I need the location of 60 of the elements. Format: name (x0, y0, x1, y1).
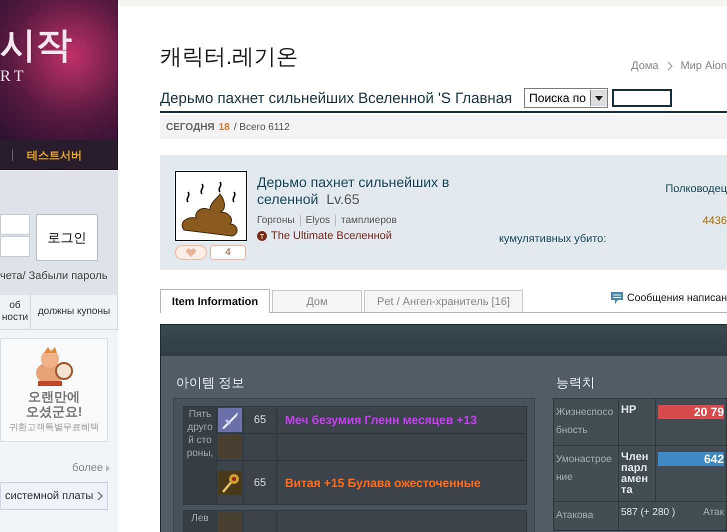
dropdown-arrow-icon (594, 96, 603, 100)
chevron-right-icon (97, 491, 103, 501)
character-tag: тамплиеров (335, 215, 402, 226)
breadcrumb-link[interactable]: Мир Aion (680, 60, 727, 72)
menu-link[interactable]: системной платы (0, 482, 108, 510)
sword-icon (218, 408, 242, 432)
username-field[interactable] (0, 214, 30, 235)
search-field[interactable] (612, 89, 672, 107)
total-count: / Всего 6112 (234, 122, 290, 132)
search-select[interactable]: Поиска по (524, 88, 608, 108)
item-level: 65 (254, 476, 266, 488)
character-points: 4436 (702, 215, 727, 227)
character-rank: Полководец (665, 183, 727, 195)
sidebar-tab[interactable]: должны купоны (31, 295, 118, 329)
section-title: 아이템 정보 (176, 374, 246, 392)
legion-emblem-icon (257, 231, 267, 241)
sidebar-tab[interactable]: об ности (0, 295, 31, 329)
account-links[interactable]: чета/ Забыли пароль (0, 270, 118, 282)
legion-link[interactable]: The Ultimate Вселенной (271, 230, 392, 242)
chevron-right-icon (666, 61, 672, 71)
character-tag: Elyos (300, 215, 336, 226)
character-tag: Горгоны (257, 215, 300, 226)
promo-title: 오랜만에 오셨군요! (24, 388, 84, 418)
slot-label: Лев (184, 510, 216, 532)
section-title: 능력치 (556, 374, 596, 392)
promo-card[interactable]: 오랜만에 오셨군요! 귀환고객특별무료혜택 (0, 338, 108, 442)
messages-link[interactable]: Сообщения написан (627, 292, 727, 304)
kill-count: кумулятивных убито: (499, 233, 606, 245)
today-count: 18 (218, 122, 230, 132)
chevron-right-icon (106, 464, 110, 472)
banner-subtitle: RT (0, 68, 28, 86)
like-button[interactable] (175, 245, 207, 260)
bar-label: HP (618, 398, 656, 446)
login-button[interactable]: 로그인 (36, 214, 98, 261)
tab[interactable]: Item Information (160, 289, 270, 313)
stat-label: Умонастроение (554, 446, 618, 502)
page-title: 캐릭터.레기온 (160, 43, 298, 71)
bar-label: Член парламента (618, 446, 656, 502)
like-count: 4 (210, 245, 246, 260)
stat-label: Атак (703, 507, 724, 518)
more-label: более (72, 462, 103, 474)
menu-label: системной платы (5, 490, 94, 502)
speech-bubble-icon (611, 292, 624, 304)
avatar-drawing (175, 171, 247, 241)
mace-icon (218, 470, 242, 494)
promo-subtitle: 귀환고객특별무료혜택 (9, 420, 99, 434)
character-name: Дерьмо пахнет сильнейших в селенной Lv.65 (257, 174, 450, 208)
breadcrumb-link[interactable]: Дома (631, 60, 658, 72)
item-level: 65 (254, 414, 266, 426)
stat-label: Жизнеспособность (554, 398, 618, 446)
slot-label: Пять другой стороны, (184, 406, 216, 504)
stat-value: 20 79 (694, 405, 724, 419)
stat-label: Атакова (554, 502, 618, 530)
banner-title: 시작 (0, 23, 73, 67)
stat-value: 587 (+ 280 ) (621, 507, 676, 518)
heart-icon (186, 248, 196, 257)
character-heading: Дерьмо пахнет сильнейших Вселенной 'S Главная (160, 90, 512, 106)
stat-value: 642 (704, 452, 724, 466)
today-label: СЕГОДНЯ (166, 122, 215, 132)
password-field[interactable] (0, 236, 30, 257)
